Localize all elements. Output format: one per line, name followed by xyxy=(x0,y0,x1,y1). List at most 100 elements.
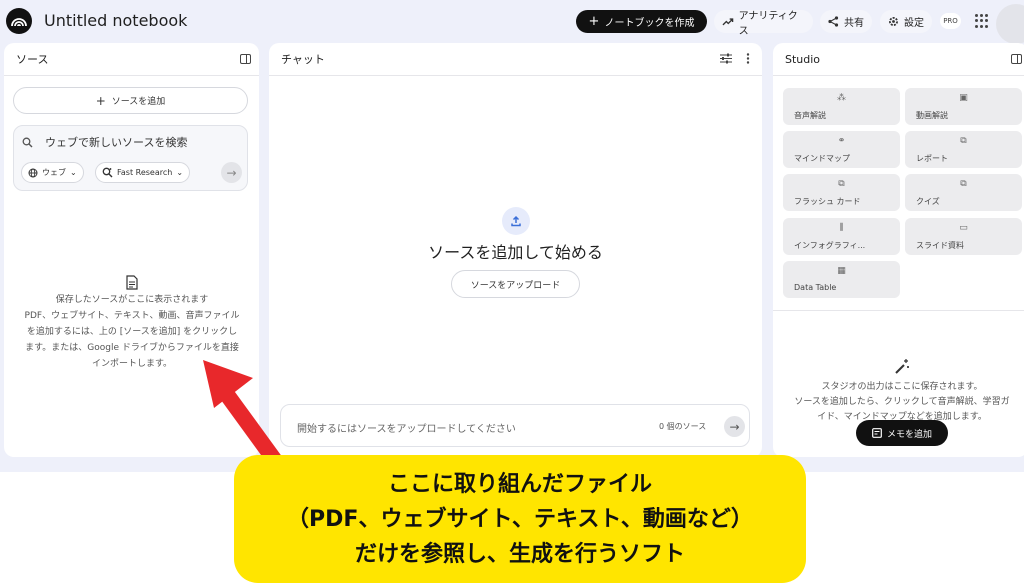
collapse-panel-icon[interactable] xyxy=(240,54,251,64)
sources-header: ソース xyxy=(4,43,259,76)
submit-search-button[interactable]: → xyxy=(221,162,242,183)
mindmap-icon: ⚭ xyxy=(837,136,846,146)
tile-label: マインドマップ xyxy=(794,154,850,163)
studio-empty-line: スタジオの出力はここに保存されます。 xyxy=(821,382,983,392)
upload-icon xyxy=(502,207,530,235)
callout-line: だけを参照し、生成を行うソフト xyxy=(354,541,685,567)
studio-tile-audio-overview[interactable]: ⁂ 音声解説 xyxy=(783,88,900,125)
studio-tile-quiz[interactable]: ⧉ クイズ xyxy=(905,174,1022,211)
analytics-label: アナリティクス xyxy=(738,10,798,37)
share-button[interactable]: 共有 xyxy=(820,10,872,33)
chevron-down-icon: ⌄ xyxy=(70,168,77,177)
annotation-callout: ここに取り組んだファイル （PDF、ウェブサイト、テキスト、動画など） だけを参… xyxy=(234,455,806,583)
empty-sources-line: を追加するには、上の [ソースを追加] をクリックし xyxy=(26,327,238,337)
chat-title: チャット xyxy=(281,53,325,66)
chat-start-title: ソースを追加して始める xyxy=(428,243,603,262)
empty-sources-line: インポートします。 xyxy=(91,359,173,369)
research-search-icon xyxy=(102,167,113,178)
add-source-button[interactable]: + ソースを追加 xyxy=(13,87,248,114)
studio-tile-report[interactable]: ⧉ レポート xyxy=(905,131,1022,168)
studio-tile-flashcards[interactable]: ⧉ フラッシュ カード xyxy=(783,174,900,211)
sources-panel: ソース + ソースを追加 ウェブで新しいソースを検索 ウェブ ⌄ Fast Re… xyxy=(4,43,259,457)
chat-header: チャット xyxy=(269,43,762,76)
chat-panel: チャット ソースを追加して始める ソースをアップロード 開始するにはソースをアッ… xyxy=(269,43,762,457)
tune-icon[interactable] xyxy=(720,53,732,64)
studio-tile-mind-map[interactable]: ⚭ マインドマップ xyxy=(783,131,900,168)
arrow-right-icon: → xyxy=(729,419,740,434)
arrow-right-icon: → xyxy=(226,165,237,180)
add-note-label: メモを追加 xyxy=(886,429,932,440)
studio-empty-state: スタジオの出力はここに保存されます。 ソースを追加したら、クリックして音声解説、… xyxy=(781,358,1023,425)
gear-icon xyxy=(889,17,898,26)
send-button[interactable]: → xyxy=(724,416,745,437)
studio-header: Studio xyxy=(773,43,1024,76)
flashcard-icon: ⧉ xyxy=(838,179,845,189)
magic-wand-icon xyxy=(895,359,909,374)
tile-label: レポート xyxy=(916,154,948,163)
tile-label: 音声解説 xyxy=(794,111,826,120)
tile-label: スライド資料 xyxy=(916,241,964,250)
studio-tile-slides[interactable]: ▭ スライド資料 xyxy=(905,218,1022,255)
web-chip-label: ウェブ xyxy=(42,168,66,177)
divider xyxy=(773,310,1024,311)
avatar[interactable] xyxy=(996,4,1024,44)
tile-label: フラッシュ カード xyxy=(794,197,861,206)
search-icon xyxy=(22,137,33,147)
top-header: Untitled notebook + ノートブックを作成 アナリティクス 共有… xyxy=(0,0,1024,44)
tile-label: Data Table xyxy=(794,283,837,292)
share-icon xyxy=(828,16,839,27)
waveform-icon: ⁂ xyxy=(837,93,846,103)
tile-label: 動画解説 xyxy=(916,111,948,120)
settings-button[interactable]: 設定 xyxy=(880,10,932,33)
table-icon: ▦ xyxy=(837,266,846,276)
analytics-button[interactable]: アナリティクス xyxy=(714,10,813,37)
more-vert-icon[interactable] xyxy=(746,53,750,64)
research-chip-label: Fast Research xyxy=(117,168,173,177)
source-count: 0 個のソース xyxy=(659,422,707,431)
upload-source-button[interactable]: ソースをアップロード xyxy=(451,270,580,298)
sources-title: ソース xyxy=(16,53,49,66)
report-icon: ⧉ xyxy=(960,136,967,146)
search-input[interactable]: ウェブで新しいソースを検索 xyxy=(45,134,187,150)
empty-sources-title: 保存したソースがここに表示されます xyxy=(55,295,209,305)
settings-label: 設定 xyxy=(904,18,924,29)
collapse-panel-icon[interactable] xyxy=(1011,54,1022,64)
web-chip[interactable]: ウェブ ⌄ xyxy=(21,162,84,183)
chat-input[interactable]: 開始するにはソースをアップロードしてください xyxy=(297,420,516,435)
callout-line: （PDF、ウェブサイト、テキスト、動画など） xyxy=(287,506,753,532)
plus-icon: + xyxy=(588,14,600,29)
video-icon: ▣ xyxy=(959,93,968,103)
create-notebook-label: ノートブックを作成 xyxy=(604,18,695,29)
pro-badge: PRO xyxy=(940,13,961,29)
empty-sources-line: ます。または、Google ドライブからファイルを直接 xyxy=(25,343,239,353)
research-mode-chip[interactable]: Fast Research ⌄ xyxy=(95,162,191,183)
notebook-app: Untitled notebook + ノートブックを作成 アナリティクス 共有… xyxy=(0,0,1024,472)
studio-tile-data-table[interactable]: ▦ Data Table xyxy=(783,261,900,298)
web-source-search: ウェブで新しいソースを検索 ウェブ ⌄ Fast Research ⌄ → xyxy=(13,125,248,191)
chevron-down-icon: ⌄ xyxy=(176,168,184,177)
notebooklm-logo-icon[interactable] xyxy=(6,8,32,34)
studio-empty-line: ソースを追加したら、クリックして音声解説、学習ガ xyxy=(794,397,1010,407)
empty-sources-line: PDF、ウェブサイト、テキスト、動画、音声ファイル xyxy=(24,311,240,321)
add-note-button[interactable]: メモを追加 xyxy=(856,420,948,446)
create-notebook-button[interactable]: + ノートブックを作成 xyxy=(576,10,707,33)
callout-line: ここに取り組んだファイル xyxy=(387,471,652,497)
document-icon xyxy=(126,275,138,290)
add-source-label: ソースを追加 xyxy=(111,97,166,107)
share-label: 共有 xyxy=(844,18,864,29)
studio-title: Studio xyxy=(785,52,821,66)
studio-tile-infographic[interactable]: ⫼ インフォグラフィ... xyxy=(783,218,900,255)
chat-input-box[interactable]: 開始するにはソースをアップロードしてください 0 個のソース → xyxy=(280,404,750,447)
trending-up-icon xyxy=(722,17,734,25)
plus-icon: + xyxy=(95,93,106,108)
sources-empty-state: 保存したソースがここに表示されます PDF、ウェブサイト、テキスト、動画、音声フ… xyxy=(12,275,252,372)
studio-tile-video-overview[interactable]: ▣ 動画解説 xyxy=(905,88,1022,125)
note-icon xyxy=(872,428,882,438)
infographic-icon: ⫼ xyxy=(839,223,844,233)
studio-panel: Studio ⁂ 音声解説 ▣ 動画解説 ⚭ マインドマップ ⧉ レポート ⧉ … xyxy=(773,43,1024,457)
tile-label: クイズ xyxy=(916,197,940,206)
slides-icon: ▭ xyxy=(959,223,968,233)
apps-grid-icon[interactable] xyxy=(975,14,989,28)
tile-label: インフォグラフィ... xyxy=(794,241,866,250)
notebook-title[interactable]: Untitled notebook xyxy=(44,11,187,30)
